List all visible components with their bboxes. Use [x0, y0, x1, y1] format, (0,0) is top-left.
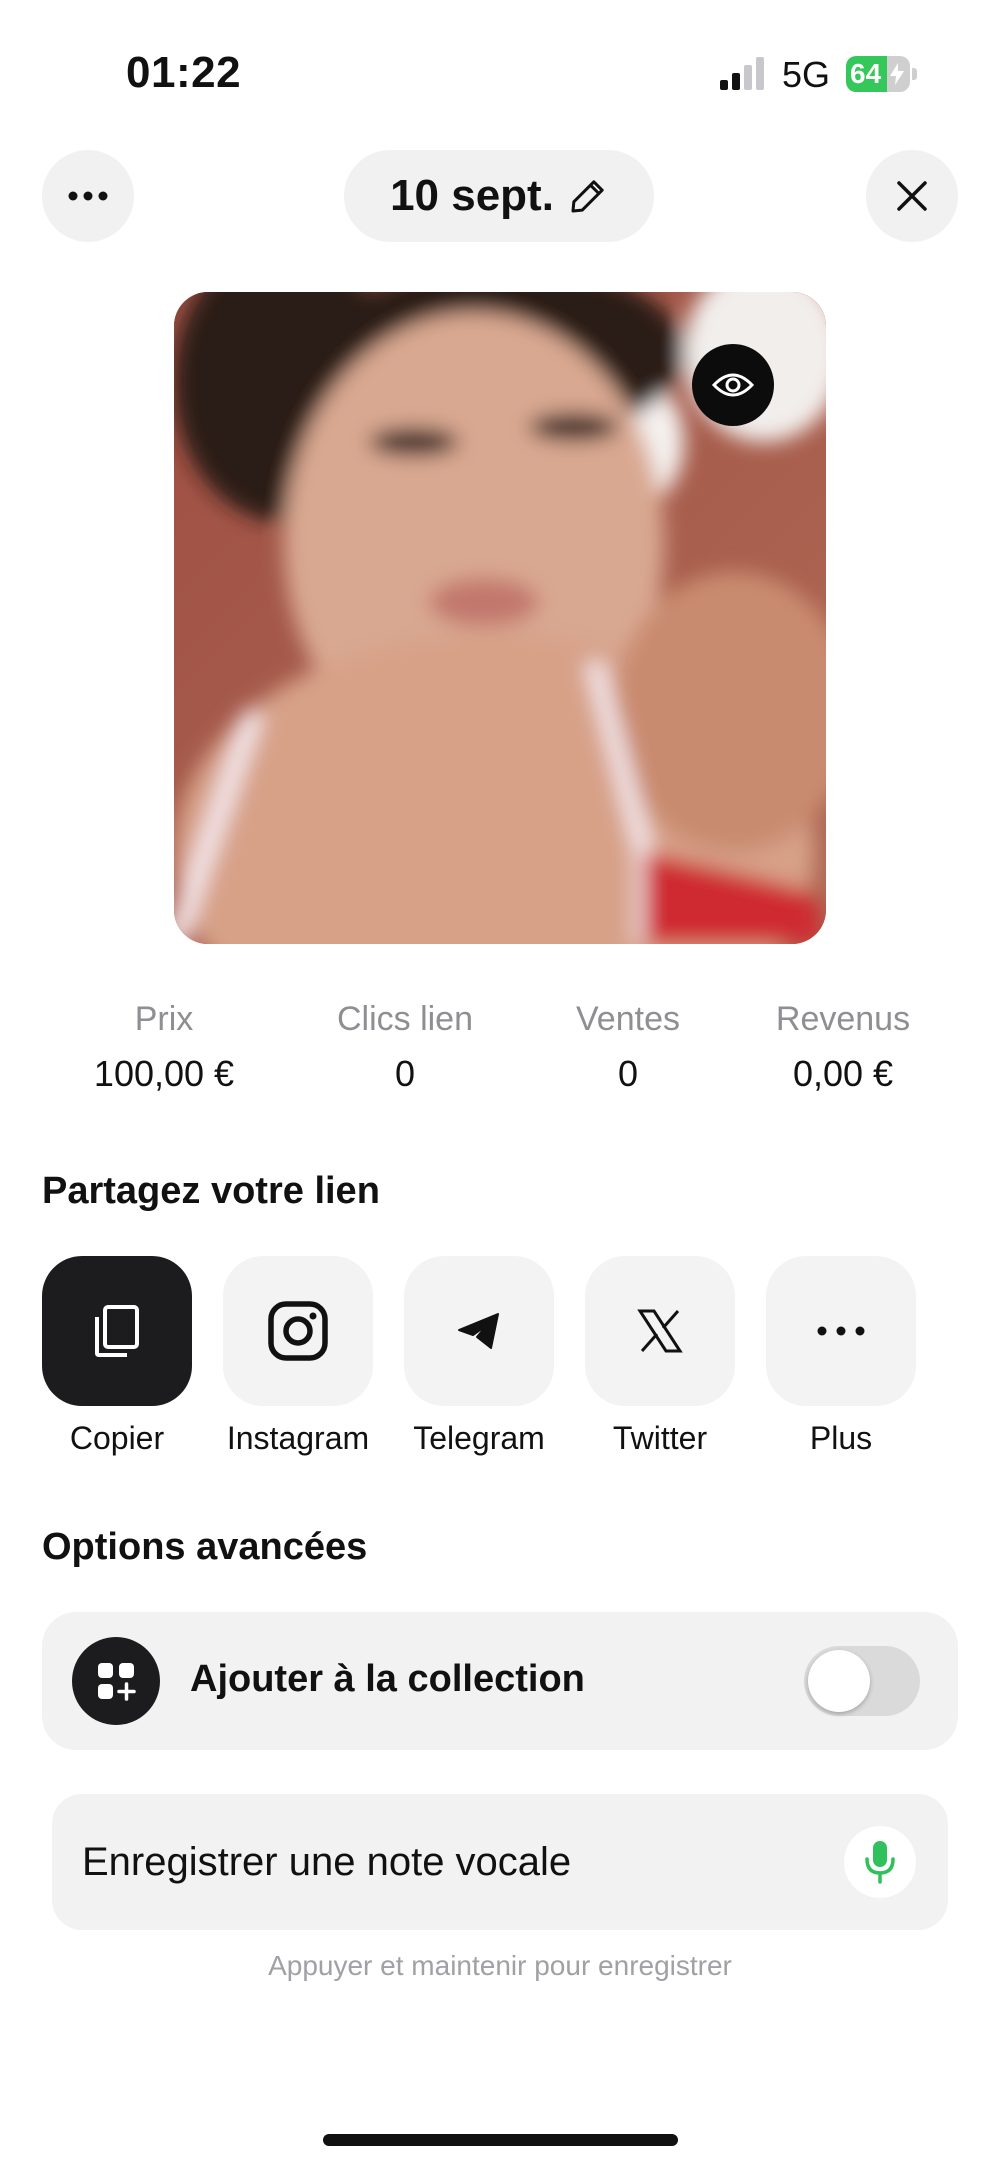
- share-twitter-button[interactable]: Twitter: [585, 1256, 735, 1457]
- share-more-button[interactable]: Plus: [766, 1256, 916, 1457]
- share-instagram-button[interactable]: Instagram: [223, 1256, 373, 1457]
- toggle-knob: [808, 1650, 870, 1712]
- stat-sales: Ventes 0: [513, 1000, 743, 1095]
- voice-note-field[interactable]: Enregistrer une note vocale: [52, 1794, 948, 1930]
- stat-label: Prix: [134, 1000, 194, 1038]
- stat-value: 0,00 €: [792, 1053, 894, 1094]
- voice-note-label: Enregistrer une note vocale: [82, 1840, 572, 1884]
- stat-label: Revenus: [775, 1000, 911, 1038]
- close-icon: [897, 181, 927, 211]
- copy-icon: [95, 1305, 139, 1357]
- share-label: Twitter: [612, 1420, 708, 1456]
- ellipsis-icon: [68, 191, 108, 201]
- ellipsis-icon: [817, 1326, 865, 1336]
- telegram-icon: [458, 1313, 499, 1349]
- stat-price: Prix 100,00 €: [49, 1000, 279, 1095]
- share-telegram-button[interactable]: Telegram: [404, 1256, 554, 1457]
- eye-icon: [712, 373, 754, 397]
- stat-value: 0: [394, 1053, 416, 1094]
- status-bar: 01:22 5G 64: [0, 0, 1000, 130]
- share-label: Copier: [69, 1420, 165, 1456]
- instagram-icon: [268, 1301, 328, 1361]
- microphone-icon: [865, 1841, 895, 1884]
- cellular-signal-icon: [720, 57, 764, 90]
- share-label: Plus: [809, 1420, 873, 1456]
- add-to-collection-toggle[interactable]: [804, 1646, 920, 1716]
- stats-row: Prix 100,00 € Clics lien 0 Ventes 0 Reve…: [0, 1000, 1000, 1100]
- add-to-collection-icon: [72, 1637, 160, 1725]
- add-to-collection-label: Ajouter à la collection: [190, 1658, 585, 1700]
- x-twitter-icon: [637, 1309, 683, 1353]
- pencil-icon: [571, 180, 604, 213]
- close-button[interactable]: [866, 150, 958, 242]
- share-label: Telegram: [413, 1420, 545, 1456]
- share-label: Instagram: [226, 1420, 370, 1456]
- stat-label: Clics lien: [336, 1000, 474, 1038]
- stat-link-clicks: Clics lien 0: [290, 1000, 520, 1095]
- media-preview[interactable]: [174, 292, 826, 944]
- date-edit-button[interactable]: 10 sept.: [344, 150, 654, 242]
- add-to-collection-row[interactable]: Ajouter à la collection: [42, 1612, 958, 1750]
- more-options-button[interactable]: [42, 150, 134, 242]
- charging-bolt-icon: [890, 63, 904, 85]
- voice-note-hint: Appuyer et maintenir pour enregistrer: [268, 1950, 732, 1981]
- stat-label: Ventes: [576, 1000, 680, 1038]
- share-copy-button[interactable]: Copier: [42, 1256, 192, 1457]
- record-voice-button[interactable]: [844, 1826, 916, 1898]
- stat-revenue: Revenus 0,00 €: [728, 1000, 958, 1095]
- view-preview-button[interactable]: [692, 344, 774, 426]
- status-time: 01:22: [126, 48, 242, 97]
- stat-value: 0: [617, 1053, 639, 1094]
- network-label: 5G: [782, 54, 831, 95]
- advanced-options-title: Options avancées: [42, 1526, 368, 1568]
- share-section-title: Partagez votre lien: [42, 1170, 380, 1212]
- battery-charging-icon: 64: [846, 56, 917, 92]
- home-indicator[interactable]: [323, 2134, 678, 2146]
- stat-value: 100,00 €: [93, 1053, 235, 1094]
- date-label: 10 sept.: [390, 171, 554, 220]
